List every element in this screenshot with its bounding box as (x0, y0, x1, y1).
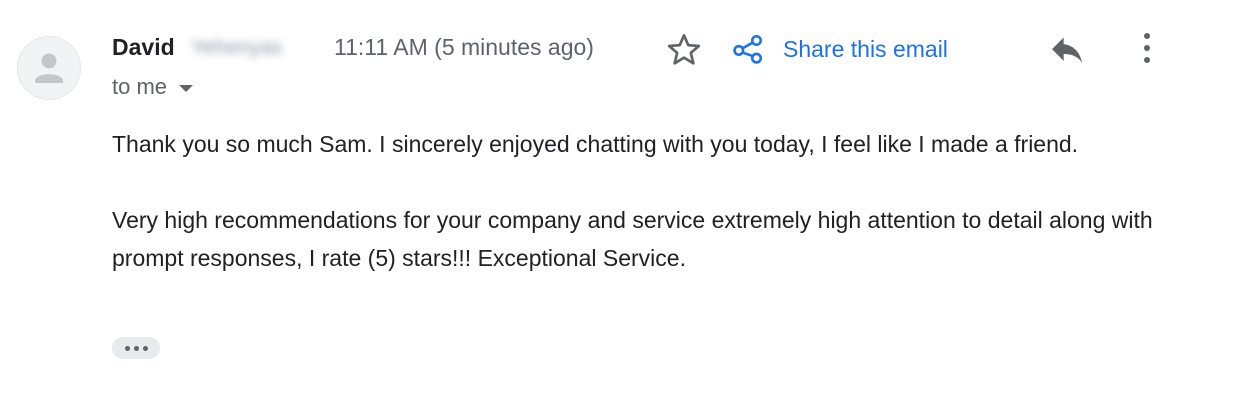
share-email-label: Share this email (783, 35, 948, 62)
person-icon (35, 53, 63, 83)
caret-down-icon (179, 84, 194, 92)
email-paragraph: Thank you so much Sam. I sincerely enjoy… (112, 131, 1079, 157)
recipient-details-toggle[interactable]: to me (112, 74, 194, 100)
show-trimmed-content-button[interactable] (112, 337, 160, 359)
email-body: Thank you so much Sam. I sincerely enjoy… (112, 125, 1202, 315)
more-options-button[interactable] (1132, 28, 1162, 72)
star-outline-icon (667, 34, 701, 65)
email-timestamp: 11:11 AM (5 minutes ago) (334, 34, 594, 60)
horizontal-dots-icon (124, 345, 130, 351)
sender-surname-blurred: Yehenyas (191, 36, 283, 59)
recipient-label: to me (112, 74, 168, 99)
reply-button[interactable] (1046, 30, 1088, 70)
sender-name: David (112, 34, 175, 60)
sender-avatar (17, 36, 81, 100)
share-network-icon (733, 34, 763, 64)
share-email-button[interactable]: Share this email (731, 31, 948, 67)
email-paragraph: Very high recommendations for your compa… (112, 207, 1153, 271)
star-button[interactable] (664, 30, 704, 70)
vertical-dots-icon (1144, 33, 1150, 63)
reply-arrow-icon (1052, 37, 1082, 63)
